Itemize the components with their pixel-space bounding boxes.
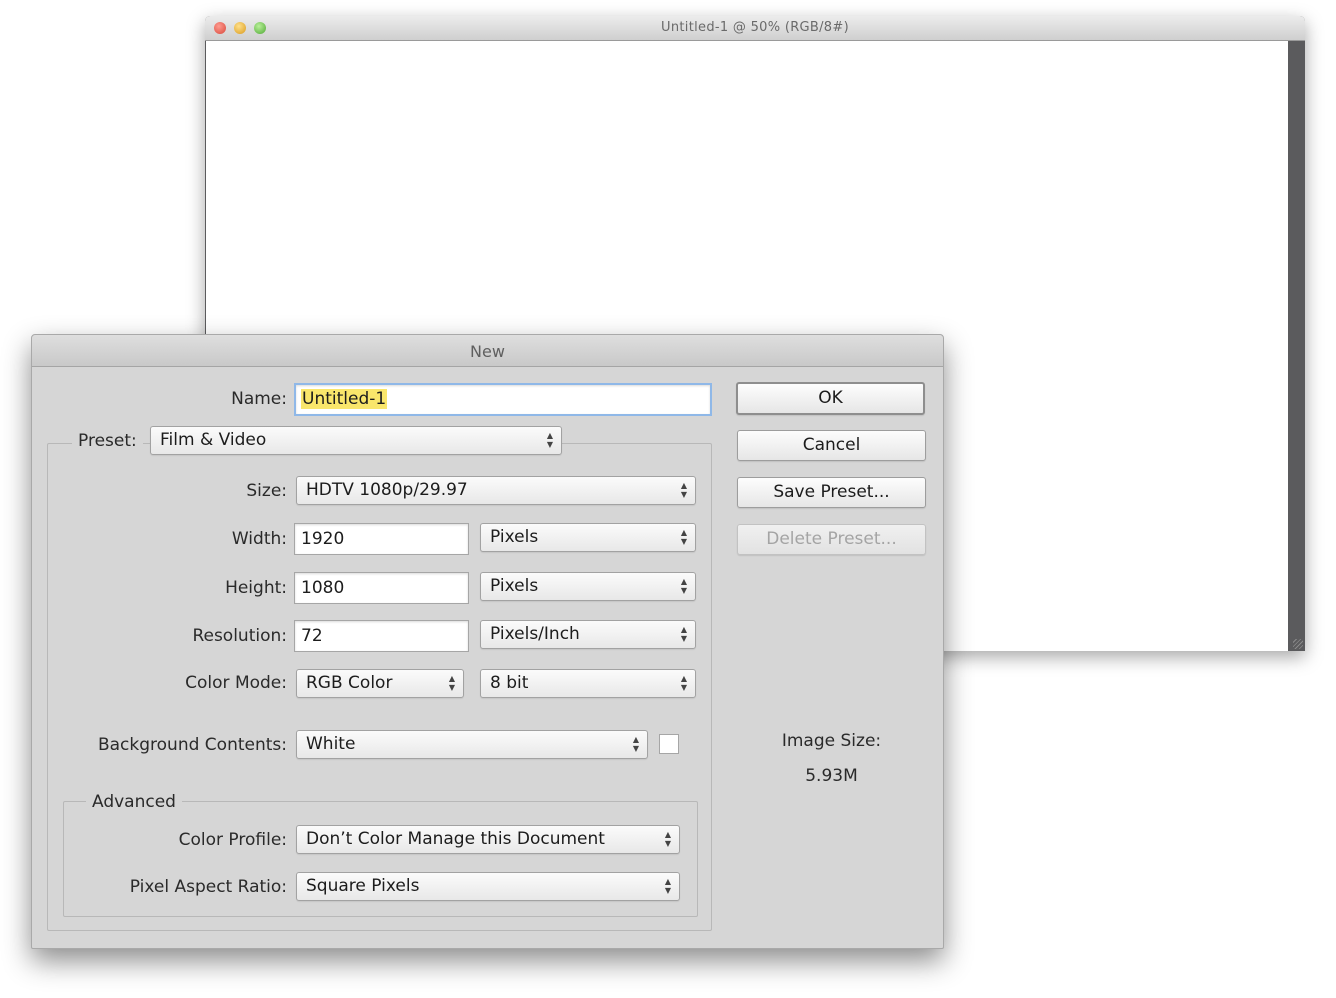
background-contents-label: Background Contents: <box>97 735 287 755</box>
popup-arrows-icon: ▲ ▼ <box>680 625 688 643</box>
background-color-swatch[interactable] <box>659 734 679 754</box>
popup-arrows-icon: ▲ ▼ <box>664 877 672 895</box>
save-preset-button[interactable]: Save Preset... <box>737 477 926 508</box>
color-profile-label: Color Profile: <box>178 830 287 850</box>
name-input-value: Untitled-1 <box>301 389 388 409</box>
width-label: Width: <box>231 529 287 549</box>
popup-arrows-icon: ▲ ▼ <box>680 528 688 546</box>
resolution-unit-select[interactable]: Pixels/Inch ▲ ▼ <box>480 620 696 649</box>
popup-arrows-icon: ▲ ▼ <box>546 431 554 449</box>
size-label: Size: <box>246 481 287 501</box>
preset-select-value: Film & Video <box>160 430 267 450</box>
ok-button[interactable]: OK <box>736 382 925 415</box>
advanced-label[interactable]: Advanced <box>86 792 182 812</box>
cancel-button[interactable]: Cancel <box>737 430 926 461</box>
dialog-title: New <box>470 342 505 361</box>
document-title: Untitled-1 @ 50% (RGB/8#) <box>661 20 849 35</box>
pixel-aspect-ratio-label: Pixel Aspect Ratio: <box>129 877 287 897</box>
preset-label: Preset: <box>72 431 143 451</box>
width-unit-select[interactable]: Pixels ▲ ▼ <box>480 523 696 552</box>
image-size-value: 5.93M <box>805 766 858 786</box>
height-input[interactable]: 1080 <box>294 572 469 604</box>
color-mode-value: RGB Color <box>306 673 393 693</box>
popup-arrows-icon: ▲ ▼ <box>680 674 688 692</box>
bit-depth-value: 8 bit <box>490 673 529 693</box>
width-unit-value: Pixels <box>490 527 539 547</box>
popup-arrows-icon: ▲ ▼ <box>680 577 688 595</box>
popup-arrows-icon: ▲ ▼ <box>680 481 688 499</box>
resolution-label: Resolution: <box>192 626 287 646</box>
bit-depth-select[interactable]: 8 bit ▲ ▼ <box>480 669 696 698</box>
popup-arrows-icon: ▲ ▼ <box>632 735 640 753</box>
new-document-dialog: New Name: Untitled-1 Preset: Film & Vide… <box>31 334 944 949</box>
pixel-aspect-ratio-value: Square Pixels <box>306 876 420 896</box>
dialog-titlebar[interactable]: New <box>32 335 943 367</box>
color-mode-select[interactable]: RGB Color ▲ ▼ <box>296 669 464 698</box>
document-titlebar[interactable]: Untitled-1 @ 50% (RGB/8#) <box>205 16 1305 41</box>
background-contents-value: White <box>306 734 356 754</box>
resolution-input[interactable]: 72 <box>294 620 469 652</box>
color-profile-select[interactable]: Don’t Color Manage this Document ▲ ▼ <box>296 825 680 854</box>
width-input[interactable]: 1920 <box>294 523 469 555</box>
color-mode-label: Color Mode: <box>185 673 287 693</box>
resize-grip-icon[interactable] <box>1293 639 1303 649</box>
preset-select[interactable]: Film & Video ▲ ▼ <box>150 426 562 455</box>
name-label: Name: <box>231 389 287 409</box>
resolution-unit-value: Pixels/Inch <box>490 624 580 644</box>
pixel-aspect-ratio-select[interactable]: Square Pixels ▲ ▼ <box>296 872 680 901</box>
name-input[interactable]: Untitled-1 <box>294 383 712 416</box>
height-unit-value: Pixels <box>490 576 539 596</box>
size-select-value: HDTV 1080p/29.97 <box>306 480 468 500</box>
delete-preset-button: Delete Preset... <box>737 524 926 555</box>
height-label: Height: <box>225 578 287 598</box>
color-profile-value: Don’t Color Manage this Document <box>306 829 605 849</box>
height-unit-select[interactable]: Pixels ▲ ▼ <box>480 572 696 601</box>
size-select[interactable]: HDTV 1080p/29.97 ▲ ▼ <box>296 476 696 505</box>
popup-arrows-icon: ▲ ▼ <box>448 674 456 692</box>
background-contents-select[interactable]: White ▲ ▼ <box>296 730 648 759</box>
image-size-label: Image Size: <box>781 731 882 751</box>
popup-arrows-icon: ▲ ▼ <box>664 830 672 848</box>
